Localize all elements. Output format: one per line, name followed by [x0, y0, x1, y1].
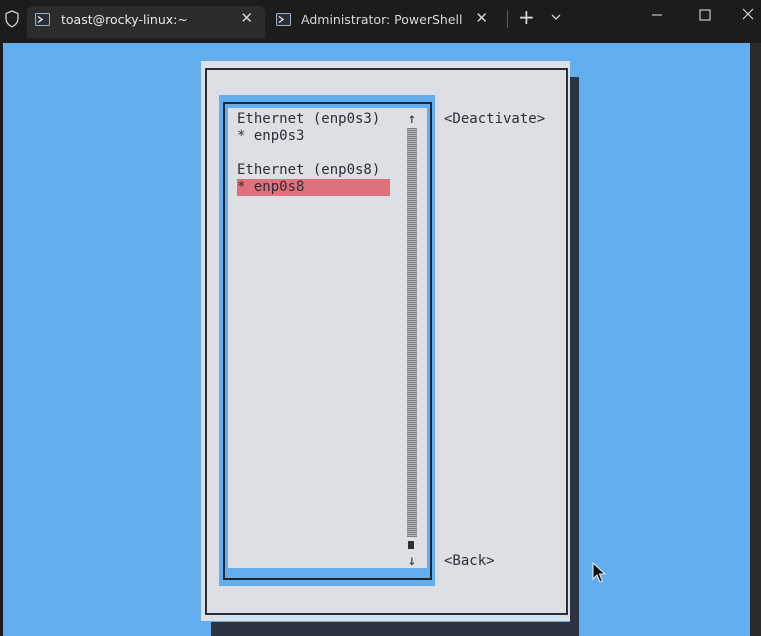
close-icon[interactable]: ✕	[475, 9, 488, 27]
tab-powershell[interactable]: Administrator: PowerShell ✕	[266, 6, 500, 38]
shield-icon	[5, 10, 19, 28]
tab-divider	[507, 10, 508, 28]
scroll-up-arrow[interactable]: ↑	[404, 111, 420, 128]
connection-header: Ethernet (enp0s8)	[237, 162, 381, 178]
back-button[interactable]: <Back>	[444, 553, 495, 570]
tab-label: Administrator: PowerShell	[301, 12, 463, 27]
terminal-prompt-icon	[35, 13, 50, 26]
terminal-scrollbar-area	[750, 43, 761, 636]
scrollbar-track[interactable]	[407, 128, 417, 537]
connection-item-enp0s3[interactable]: * enp0s3	[237, 128, 304, 145]
maximize-button[interactable]	[693, 4, 717, 26]
dialog-shadow	[211, 622, 579, 636]
mouse-pointer-icon	[592, 562, 606, 583]
close-window-button[interactable]	[737, 4, 761, 26]
tab-rocky-linux[interactable]: toast@rocky-linux:~ ✕	[27, 6, 265, 38]
terminal-prompt-icon	[276, 13, 291, 26]
scroll-down-arrow[interactable]: ↓	[404, 553, 420, 570]
new-tab-button[interactable]: +	[518, 5, 535, 29]
deactivate-button[interactable]: <Deactivate>	[444, 111, 545, 128]
title-bar: toast@rocky-linux:~ ✕ Administrator: Pow…	[0, 0, 761, 38]
dialog-shadow	[570, 77, 579, 636]
connection-item-enp0s8[interactable]: * enp0s8	[237, 179, 390, 196]
chevron-down-icon[interactable]	[549, 10, 563, 24]
minimize-button[interactable]	[646, 4, 670, 26]
scrollbar-thumb[interactable]	[408, 541, 414, 549]
tab-label: toast@rocky-linux:~	[61, 12, 188, 27]
close-icon[interactable]: ✕	[240, 9, 253, 27]
connection-header: Ethernet (enp0s3)	[237, 111, 381, 127]
